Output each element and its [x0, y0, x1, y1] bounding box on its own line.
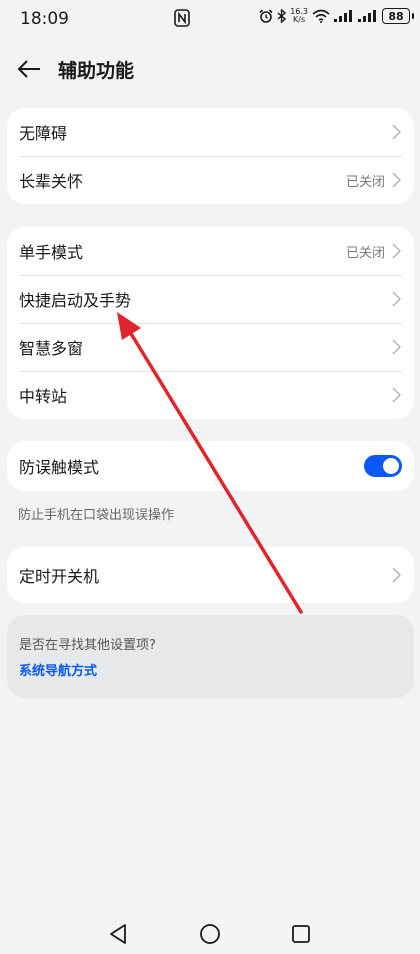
bluetooth-icon	[277, 9, 287, 23]
row-accessibility[interactable]: 无障碍	[7, 108, 414, 156]
toggle-knob	[383, 458, 399, 474]
suggestion-link[interactable]: 系统导航方式	[19, 660, 97, 679]
row-description: 防止手机在口袋出现误操作	[18, 508, 175, 523]
row-elder-care[interactable]: 长辈关怀 已关闭	[7, 156, 414, 204]
page-header: 辅助功能	[0, 44, 420, 94]
row-status: 已关闭	[345, 174, 385, 190]
battery-indicator: 88	[382, 8, 414, 24]
settings-group-1: 无障碍 长辈关怀 已关闭	[7, 108, 414, 204]
signal-icon-2	[358, 10, 376, 22]
row-label: 中转站	[19, 387, 68, 406]
nav-recent-icon[interactable]	[291, 924, 311, 944]
chevron-right-icon	[392, 291, 401, 307]
row-label: 快捷启动及手势	[19, 291, 132, 310]
chevron-right-icon	[392, 243, 401, 259]
row-smart-multiwindow[interactable]: 智慧多窗	[7, 323, 414, 371]
row-transfer-station[interactable]: 中转站	[7, 371, 414, 419]
settings-group-3: 防误触模式	[7, 441, 414, 491]
nav-back-icon[interactable]	[107, 922, 129, 946]
row-status: 已关闭	[345, 245, 385, 261]
battery-level: 88	[388, 9, 404, 23]
chevron-right-icon	[392, 567, 401, 583]
alarm-icon	[259, 9, 273, 23]
row-label: 单手模式	[19, 243, 84, 262]
signal-icon	[334, 10, 352, 22]
network-speed-unit: K/s	[293, 15, 306, 24]
row-label: 防误触模式	[19, 458, 100, 477]
settings-group-4: 定时开关机	[7, 547, 414, 603]
suggestion-question: 是否在寻找其他设置项?	[19, 638, 156, 653]
row-one-hand-mode[interactable]: 单手模式 已关闭	[7, 227, 414, 275]
row-label: 智慧多窗	[19, 339, 84, 358]
settings-group-2: 单手模式 已关闭 快捷启动及手势 智慧多窗 中转站	[7, 227, 414, 419]
row-label: 定时开关机	[19, 567, 100, 586]
suggestion-card: 是否在寻找其他设置项? 系统导航方式	[7, 615, 414, 698]
chevron-right-icon	[392, 339, 401, 355]
chevron-right-icon	[392, 387, 401, 403]
network-speed: 16.3 K/s	[290, 8, 308, 24]
wifi-icon	[312, 9, 330, 23]
row-label: 无障碍	[19, 124, 68, 143]
row-label: 长辈关怀	[19, 172, 84, 191]
back-arrow-icon[interactable]	[16, 56, 42, 82]
row-accidental-touch: 防误触模式	[7, 441, 414, 491]
row-scheduled-power[interactable]: 定时开关机	[7, 547, 414, 603]
status-time: 18:09	[20, 9, 69, 29]
nav-home-icon[interactable]	[199, 923, 221, 945]
page-title: 辅助功能	[58, 60, 135, 82]
nfc-icon	[174, 9, 190, 27]
chevron-right-icon	[392, 124, 401, 140]
status-bar: 18:09 16.3 K/s 88	[0, 0, 420, 40]
row-shortcuts-gestures[interactable]: 快捷启动及手势	[7, 275, 414, 323]
chevron-right-icon	[392, 172, 401, 188]
accidental-touch-toggle[interactable]	[364, 455, 402, 477]
